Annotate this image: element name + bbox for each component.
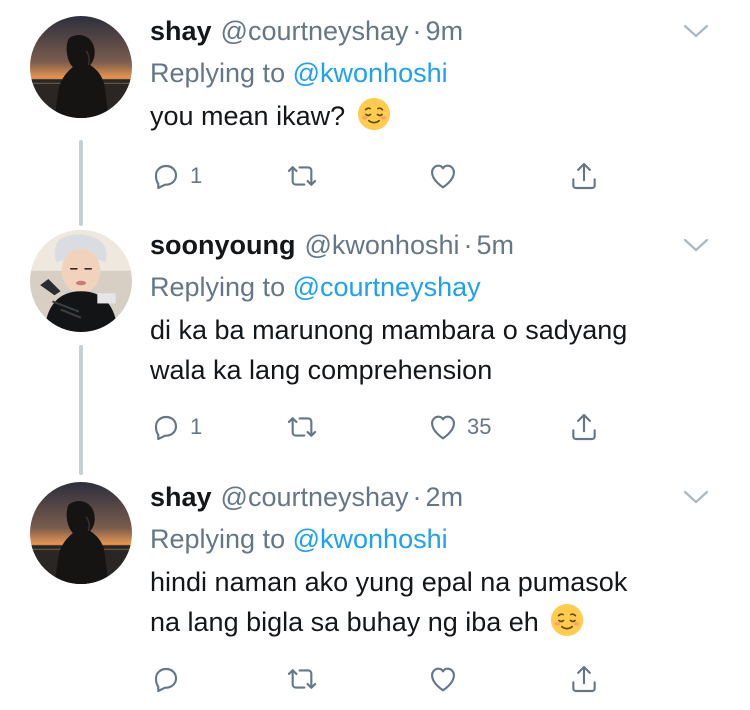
tweet-header: shay @courtneyshay · 9m [150,8,710,54]
tweet-text-line: na lang bigla sa buhay ng iba eh [150,607,539,637]
like-button[interactable] [427,661,459,697]
retweet-icon [286,160,318,192]
tweet-actions: 1 [150,158,620,194]
heart-icon [427,411,459,443]
replying-to: Replying to @courtneyshay [150,268,710,306]
relieved-face-emoji-icon [357,97,391,131]
like-button[interactable]: 35 [427,409,491,445]
tweet-content: shay @courtneyshay · 2m Replying to @kwo… [150,474,710,642]
replying-prefix: Replying to [150,58,286,88]
share-icon [568,663,600,695]
tweet-header: soonyoung @kwonhoshi · 5m [150,222,710,268]
user-handle[interactable]: @courtneyshay [221,474,409,520]
reply-count: 1 [190,163,203,188]
tweet-content: soonyoung @kwonhoshi · 5m Replying to @c… [150,222,710,390]
retweet-icon [286,663,318,695]
separator-dot: · [412,482,422,512]
reply-button[interactable]: 1 [150,158,202,194]
user-handle[interactable]: @courtneyshay [221,8,409,54]
tweet-text-line: hindi naman ako yung epal na pumasok [150,567,628,597]
display-name[interactable]: soonyoung [150,222,295,268]
share-icon [568,160,600,192]
reply-count: 1 [190,414,203,439]
thread-connector [79,345,83,475]
display-name[interactable]: shay [150,474,212,520]
avatar[interactable] [30,482,132,584]
tweet-content: shay @courtneyshay · 9m Replying to @kwo… [150,8,710,136]
tweet-text-line: di ka ba marunong mambara o sadyang [150,315,628,345]
reply-icon [150,663,182,695]
tweet-text: di ka ba marunong mambara o sadyang wala… [150,310,710,390]
tweet-text: you mean ikaw? [150,96,710,136]
tweet-actions [150,661,620,697]
share-button[interactable] [568,158,600,194]
display-name[interactable]: shay [150,8,212,54]
reply-icon [150,160,182,192]
avatar-image [30,230,132,332]
chevron-down-icon[interactable] [682,22,710,40]
relieved-face-emoji-icon [550,603,584,637]
like-count: 35 [467,414,492,439]
reply-icon [150,411,182,443]
replying-prefix: Replying to [150,272,286,302]
avatar[interactable] [30,16,132,118]
mention-link[interactable]: @courtneyshay [293,272,481,302]
retweet-button[interactable] [286,158,318,194]
mention-link[interactable]: @kwonhoshi [293,524,448,554]
thread-connector [79,140,83,226]
retweet-button[interactable] [286,661,318,697]
tweet-header: shay @courtneyshay · 2m [150,474,710,520]
avatar-image [30,482,132,584]
user-handle[interactable]: @kwonhoshi [304,222,459,268]
share-button[interactable] [568,409,600,445]
tweet-text-line: wala ka lang comprehension [150,355,493,385]
chevron-down-icon[interactable] [682,488,710,506]
tweet-actions: 1 35 [150,409,620,445]
separator-dot: · [463,230,473,260]
like-button[interactable] [427,158,459,194]
replying-prefix: Replying to [150,524,286,554]
mention-link[interactable]: @kwonhoshi [293,58,448,88]
heart-icon [427,160,459,192]
timestamp[interactable]: 5m [476,222,514,268]
replying-to: Replying to @kwonhoshi [150,520,710,558]
retweet-button[interactable] [286,409,318,445]
reply-button[interactable] [150,661,182,697]
timestamp[interactable]: 9m [426,8,464,54]
chevron-down-icon[interactable] [682,236,710,254]
separator-dot: · [412,16,422,46]
replying-to: Replying to @kwonhoshi [150,54,710,92]
tweet-text-line: you mean ikaw? [150,101,346,131]
avatar-image [30,16,132,118]
avatar[interactable] [30,230,132,332]
timestamp[interactable]: 2m [426,474,464,520]
share-icon [568,411,600,443]
share-button[interactable] [568,661,600,697]
reply-button[interactable]: 1 [150,409,202,445]
heart-icon [427,663,459,695]
retweet-icon [286,411,318,443]
tweet-text: hindi naman ako yung epal na pumasok na … [150,562,710,642]
